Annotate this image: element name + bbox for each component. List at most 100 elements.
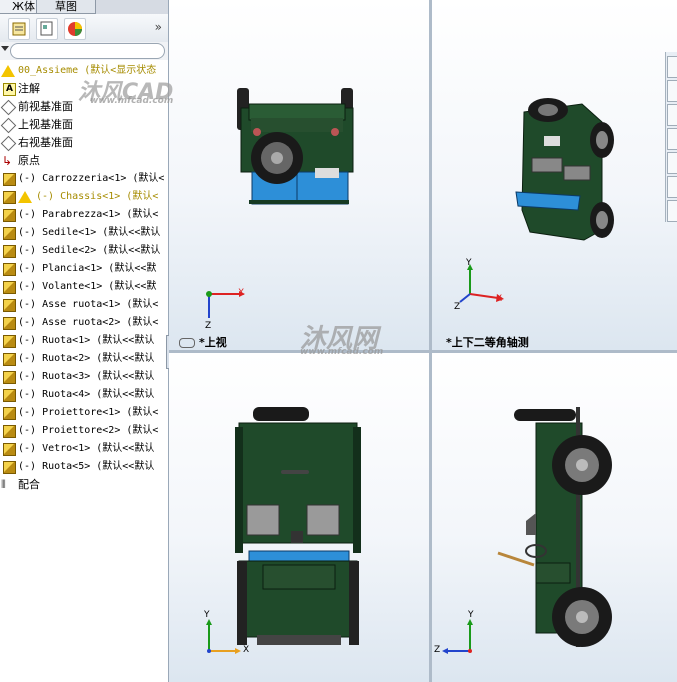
warning-icon [1, 65, 15, 77]
tree-item[interactable]: (-) Sedile<1> (默认<<默认 [0, 224, 168, 242]
tree-item-label: (-) Ruota<2> (默认<<默认 [18, 353, 155, 364]
tree-item[interactable]: (-) Vetro<1> (默认<<默认 [0, 440, 168, 458]
viewport-label-trimetric: *上下二等角轴测 [446, 336, 529, 349]
tree-item-label: (-) Parabrezza<1> (默认< [18, 209, 159, 220]
tree-item[interactable]: (-) Parabrezza<1> (默认< [0, 206, 168, 224]
axis-x-label-2: X [496, 294, 503, 304]
tree-item-label: (-) Plancia<1> (默认<<默 [18, 263, 157, 274]
axis-x-label: X [238, 288, 245, 298]
tree-item-label: 00_Assieme (默认<显示状态 [18, 65, 157, 76]
filter-row [0, 42, 168, 60]
tree-item[interactable]: (-) Ruota<2> (默认<<默认 [0, 350, 168, 368]
tree-item[interactable]: (-) Carrozzeria<1> (默认< [0, 170, 168, 188]
viewport-splitter-horizontal[interactable] [169, 350, 677, 353]
tree-item[interactable]: (-) Plancia<1> (默认<<默 [0, 260, 168, 278]
tree-item-label: 前视基准面 [18, 100, 73, 113]
tree-item[interactable]: (-) Ruota<5> (默认<<默认 [0, 458, 168, 476]
viewport-right-view[interactable]: Y Z [432, 353, 677, 682]
component-icon [3, 425, 16, 438]
property-manager-icon[interactable] [36, 18, 58, 40]
component-icon [3, 335, 16, 348]
viewport-front-view[interactable]: Y X [169, 353, 429, 682]
plane-icon [0, 135, 17, 152]
plane-icon [0, 99, 17, 116]
tree-item-label: (-) Ruota<1> (默认<<默认 [18, 335, 155, 346]
tree-item[interactable]: A 注解 [0, 80, 168, 98]
axis-y-label-2: Y [466, 258, 472, 268]
tree-item-label: (-) Asse ruota<1> (默认< [18, 299, 159, 310]
component-icon [3, 281, 16, 294]
resources-tab-icon[interactable] [667, 56, 677, 78]
mates-icon: ⦀ [1, 478, 6, 491]
tree-item[interactable]: (-) Ruota<3> (默认<<默认 [0, 368, 168, 386]
tree-item-label: (-) Proiettore<2> (默认< [18, 425, 159, 436]
coordinate-triad-3 [206, 619, 241, 654]
tree-item-label: (-) Vetro<1> (默认<<默认 [18, 443, 155, 454]
component-icon [3, 353, 16, 366]
file-explorer-tab-icon[interactable] [667, 128, 677, 150]
top-view-name: *上视 [199, 336, 227, 349]
tree-item[interactable]: (-) Volante<1> (默认<<默 [0, 278, 168, 296]
component-icon [3, 209, 16, 222]
viewport-splitter-vertical[interactable] [429, 0, 432, 682]
coordinate-triad-4 [442, 619, 473, 654]
component-icon [3, 443, 16, 456]
viewport-trimetric[interactable]: Y X Z *上下二等角轴测 [432, 0, 677, 350]
tree-item-label: 注解 [18, 82, 40, 95]
tree-item-label: 原点 [18, 154, 40, 167]
filter-dropdown-icon[interactable] [1, 46, 9, 51]
display-manager-icon[interactable] [64, 18, 86, 40]
component-warning-icon [3, 191, 16, 204]
component-icon [3, 407, 16, 420]
feature-manager-icon[interactable] [8, 18, 30, 40]
axis-z-label-2: Z [454, 302, 461, 312]
tab-sketch[interactable]: 草图 [36, 0, 96, 14]
link-views-icon[interactable] [179, 338, 195, 348]
component-icon [3, 227, 16, 240]
tab-features[interactable]: Ж体 [0, 0, 40, 14]
tree-item[interactable]: (-) Ruota<4> (默认<<默认 [0, 386, 168, 404]
tree-item[interactable]: (-) Ruota<1> (默认<<默认 [0, 332, 168, 350]
tree-item-label: (-) Ruota<5> (默认<<默认 [18, 461, 155, 472]
tree-item[interactable]: 00_Assieme (默认<显示状态 [0, 62, 168, 80]
tree-item[interactable]: 前视基准面 [0, 98, 168, 116]
component-icon [3, 299, 16, 312]
tree-item[interactable]: (-) Asse ruota<2> (默认< [0, 314, 168, 332]
tree-item-label: (-) Proiettore<1> (默认< [18, 407, 159, 418]
tree-item-label: (-) Sedile<1> (默认<<默认 [18, 227, 161, 238]
origin-icon: ↳ [2, 154, 13, 168]
tree-item[interactable]: 上视基准面 [0, 116, 168, 134]
tree-item[interactable]: ↳ 原点 [0, 152, 168, 170]
tree-item[interactable]: (-) Sedile<2> (默认<<默认 [0, 242, 168, 260]
tree-item[interactable]: (-) Chassis<1> (默认< [0, 188, 168, 206]
home-tab-icon[interactable] [667, 80, 677, 102]
axis-z-label: Z [205, 321, 212, 331]
design-library-tab-icon[interactable] [667, 104, 677, 126]
axis-y-label-4: Y [468, 610, 474, 620]
tree-item-label: (-) Sedile<2> (默认<<默认 [18, 245, 161, 256]
expand-chevron-icon[interactable]: » [155, 20, 162, 34]
tree-item-label: (-) Ruota<4> (默认<<默认 [18, 389, 155, 400]
panel-toolbar: » [0, 14, 168, 43]
task-pane-tabs [665, 52, 677, 222]
view-palette-tab-icon[interactable] [667, 152, 677, 174]
tree-item[interactable]: 右视基准面 [0, 134, 168, 152]
filter-input[interactable] [10, 43, 165, 59]
plane-icon [0, 117, 17, 134]
tree-item-label: (-) Carrozzeria<1> (默认< [18, 173, 165, 184]
custom-properties-tab-icon[interactable] [667, 200, 677, 222]
tree-item-label: (-) Asse ruota<2> (默认< [18, 317, 159, 328]
appearances-tab-icon[interactable] [667, 176, 677, 198]
component-icon [3, 389, 16, 402]
tree-item-label: (-) Ruota<3> (默认<<默认 [18, 371, 155, 382]
tree-item[interactable]: (-) Asse ruota<1> (默认< [0, 296, 168, 314]
viewport-top-view[interactable]: X Z *上视 [169, 0, 429, 350]
tree-item[interactable]: (-) Proiettore<1> (默认< [0, 404, 168, 422]
panel-tabs: Ж体 草图 [0, 0, 168, 14]
tree-item-label: (-) Volante<1> (默认<<默 [18, 281, 157, 292]
warning-icon [18, 191, 32, 203]
tree-item[interactable]: (-) Proiettore<2> (默认< [0, 422, 168, 440]
component-icon [3, 371, 16, 384]
tree-item[interactable]: ⦀ 配合 [0, 476, 168, 494]
axis-y-label-3: Y [204, 610, 210, 620]
